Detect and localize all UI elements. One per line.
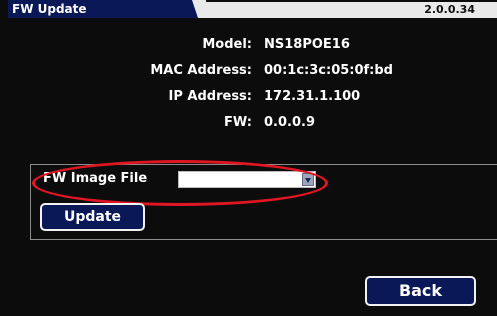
model-label: Model: bbox=[202, 37, 252, 52]
mac-label: MAC Address: bbox=[150, 63, 252, 78]
highlight-annotation bbox=[32, 160, 328, 206]
model-value: NS18POE16 bbox=[264, 37, 350, 52]
fw-label: FW: bbox=[223, 115, 252, 130]
info-row-mac: MAC Address: 00:1c:3c:05:0f:bd bbox=[0, 63, 497, 79]
info-row-ip: IP Address: 172.31.1.100 bbox=[0, 89, 497, 105]
update-button[interactable]: Update bbox=[40, 203, 145, 231]
fw-value: 0.0.0.9 bbox=[264, 115, 315, 130]
title-bar: FW Update 2.0.0.34 bbox=[0, 0, 497, 18]
panel-left-border bbox=[30, 164, 31, 240]
version-label: 2.0.0.34 bbox=[424, 3, 475, 16]
page-title: FW Update bbox=[12, 2, 87, 16]
ip-label: IP Address: bbox=[168, 89, 252, 104]
info-row-fw: FW: 0.0.0.9 bbox=[0, 115, 497, 131]
info-row-model: Model: NS18POE16 bbox=[0, 37, 497, 53]
ip-value: 172.31.1.100 bbox=[264, 89, 361, 104]
fw-update-screen: FW Update 2.0.0.34 Model: NS18POE16 MAC … bbox=[0, 0, 497, 316]
mac-value: 00:1c:3c:05:0f:bd bbox=[264, 63, 393, 78]
panel-bottom-border bbox=[30, 239, 497, 240]
back-button[interactable]: Back bbox=[365, 276, 476, 306]
